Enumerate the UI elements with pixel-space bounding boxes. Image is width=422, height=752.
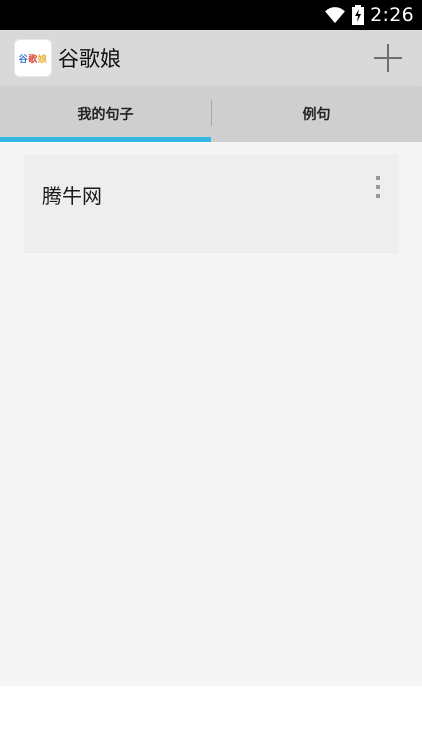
sentence-card[interactable]: 腾牛网 <box>24 154 398 252</box>
tab-divider <box>211 100 212 126</box>
logo-char-2: 歌 <box>28 54 38 65</box>
tab-label: 例句 <box>302 107 331 123</box>
tab-example-sentences[interactable]: 例句 <box>211 86 422 142</box>
wifi-icon <box>325 7 346 24</box>
battery-charging-icon <box>352 5 365 25</box>
tab-my-sentences[interactable]: 我的句子 <box>0 86 211 142</box>
action-bar: 谷 歌 娘 谷歌娘 <box>0 30 422 86</box>
status-time: 2:26 <box>370 4 414 26</box>
app-title: 谷歌娘 <box>58 47 121 71</box>
tab-bar: 我的句子 例句 <box>0 86 422 142</box>
overflow-menu-icon[interactable] <box>372 176 384 198</box>
status-bar: 2:26 <box>0 0 422 30</box>
app-logo[interactable]: 谷 歌 娘 <box>14 39 52 77</box>
sentence-text: 腾牛网 <box>42 184 102 208</box>
sentence-list[interactable]: 腾牛网 <box>0 142 422 686</box>
bottom-area <box>0 686 422 752</box>
logo-char-3: 娘 <box>37 54 48 65</box>
logo-char-1: 谷 <box>18 54 29 65</box>
tab-label: 我的句子 <box>77 107 134 123</box>
plus-icon[interactable] <box>372 42 404 74</box>
